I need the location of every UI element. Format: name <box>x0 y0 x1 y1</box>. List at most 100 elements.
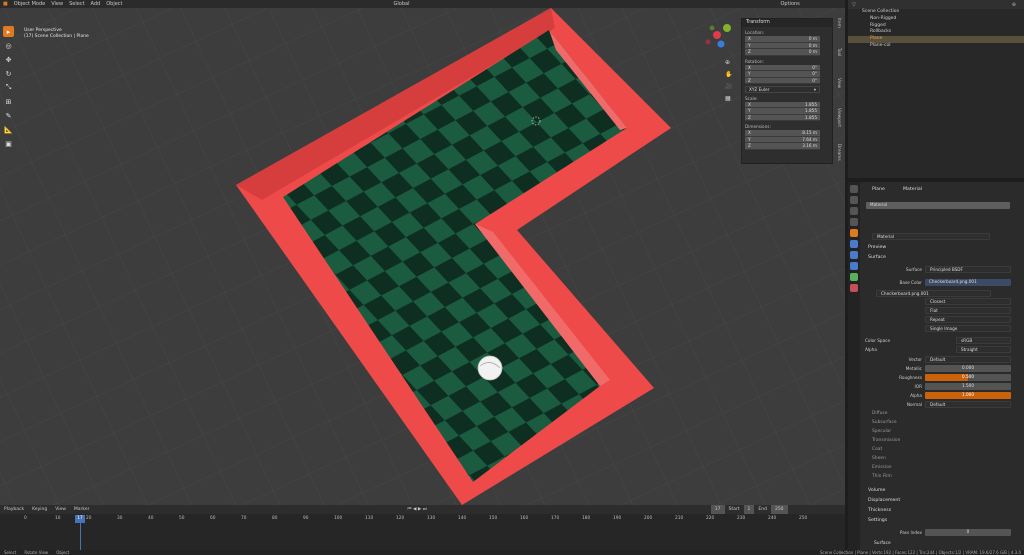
frame-tick: 210 <box>675 516 684 521</box>
transform-tool-icon[interactable]: ⊞ <box>3 96 14 107</box>
playhead[interactable]: 17 <box>75 515 85 523</box>
interpolation-dropdown[interactable]: Closest <box>925 298 1011 305</box>
svg-text:▦: ▦ <box>725 95 731 102</box>
transform-header[interactable]: Transform <box>742 19 832 27</box>
scale-z-field[interactable]: Z 1.855 <box>745 114 820 121</box>
outliner-scene-collection[interactable]: Scene Collection <box>848 9 1024 16</box>
svg-text:✋: ✋ <box>725 70 732 78</box>
alpha-slider[interactable]: 1.000 <box>925 392 1011 399</box>
material-datablock[interactable]: Material <box>872 233 990 240</box>
surface-shader-dropdown[interactable]: Principled BSDF <box>925 266 1011 273</box>
vector-field[interactable]: Default <box>925 356 1011 363</box>
options-button[interactable]: Options <box>777 0 802 8</box>
normal-field[interactable]: Default <box>925 401 1011 408</box>
ior-field[interactable]: 1.500 <box>925 383 1011 390</box>
dimensions-z-field[interactable]: Z 3.16 m <box>745 143 820 150</box>
end-field[interactable]: 250 <box>770 505 788 514</box>
color-space-dropdown[interactable]: sRGB <box>956 337 1011 344</box>
settings-panel[interactable]: Settings <box>868 518 887 523</box>
playback-controls[interactable]: ⏮ ◀ ▶ ⏭ <box>403 505 430 514</box>
base-color-field[interactable]: Checkerboard.png.001 <box>925 279 1011 286</box>
scene-tab-icon[interactable] <box>850 218 858 226</box>
menu-select[interactable]: Select <box>66 0 87 8</box>
tool-tab-icon[interactable] <box>850 185 858 193</box>
displacement-panel[interactable]: Displacement <box>868 498 900 503</box>
dimensions-label: Dimensions: <box>745 124 771 129</box>
material-tab-icon[interactable] <box>850 284 858 292</box>
subpanel-specular[interactable]: Specular <box>872 429 891 434</box>
normal-label: Normal <box>906 402 922 407</box>
3d-viewport[interactable]: ⊕ ✋ 🎥 ▦ ▸ ◎ ✥ ↻ ⤡ ⊞ ✎ 📐 ▣ User Perspecti… <box>0 8 845 505</box>
volume-panel[interactable]: Volume <box>868 488 885 493</box>
mode-dropdown[interactable]: Object Mode <box>11 0 49 8</box>
extension-dropdown[interactable]: Repeat <box>925 316 1011 323</box>
modifier-tab-icon[interactable] <box>850 240 858 248</box>
orientation-dropdown[interactable]: Global <box>391 0 413 8</box>
outliner-item-plane[interactable]: Plane <box>848 36 1024 43</box>
rotation-z-field[interactable]: Z 0° <box>745 77 820 84</box>
timeline-menu-playback[interactable]: Playback <box>0 505 28 514</box>
data-tab-icon[interactable] <box>850 273 858 281</box>
cursor-tool-icon[interactable]: ◎ <box>3 40 14 51</box>
subpanel-emission[interactable]: Emission <box>872 465 892 470</box>
pass-index-field[interactable]: 0 <box>925 529 1011 536</box>
subpanel-thin-film[interactable]: Thin Film <box>872 474 892 479</box>
object-tab-icon[interactable] <box>850 229 858 237</box>
select-tool-icon[interactable]: ▸ <box>3 26 14 37</box>
tab-tool[interactable]: Tool <box>836 48 841 72</box>
projection-dropdown[interactable]: Flat <box>925 307 1011 314</box>
surface-panel[interactable]: Surface <box>868 255 886 260</box>
add-cube-tool-icon[interactable]: ▣ <box>3 138 14 149</box>
particles-tab-icon[interactable] <box>850 251 858 259</box>
start-field[interactable]: 1 <box>743 505 755 514</box>
playhead-line <box>80 523 81 550</box>
subpanel-coat[interactable]: Coat <box>872 447 882 452</box>
location-z-field[interactable]: Z0 m <box>745 49 820 56</box>
image-datablock[interactable]: Checkerboard.png.001 <box>876 290 991 297</box>
current-frame-field[interactable]: 17 <box>710 505 725 514</box>
alpha-mode-label: Alpha <box>865 347 877 352</box>
physics-tab-icon[interactable] <box>850 262 858 270</box>
filter-icon[interactable]: ▽ <box>852 2 856 8</box>
subpanel-sheen[interactable]: Sheen <box>872 456 886 461</box>
measure-tool-icon[interactable]: 📐 <box>3 124 14 135</box>
preview-panel[interactable]: Preview <box>868 245 886 250</box>
scale-tool-icon[interactable]: ⤡ <box>3 82 14 93</box>
outliner-item-non-rigged[interactable]: Non-Rigged <box>848 16 1024 23</box>
render-tab-icon[interactable] <box>850 196 858 204</box>
status-rotate-view: Rotate View <box>24 550 49 555</box>
material-slot[interactable]: Material <box>866 202 1010 209</box>
alpha-mode-dropdown[interactable]: Straight <box>956 346 1011 353</box>
source-dropdown[interactable]: Single Image <box>925 325 1011 332</box>
output-tab-icon[interactable] <box>850 207 858 215</box>
settings-surface-subpanel[interactable]: Surface <box>874 541 891 546</box>
menu-view[interactable]: View <box>48 0 66 8</box>
frame-tick: 250 <box>799 516 808 521</box>
timeline-menu-view[interactable]: View <box>51 505 70 514</box>
tab-viewport[interactable]: Viewport <box>836 108 841 138</box>
frame-ruler[interactable]: 0 10 1720 30 40 50 60 70 80 90 100 110 120 130 140 150 1… <box>0 516 845 524</box>
metallic-slider[interactable]: 0.000 <box>925 365 1011 372</box>
outliner-item-plane-col[interactable]: Plane-col <box>848 43 1024 50</box>
timeline-menu-keying[interactable]: Keying <box>28 505 51 514</box>
subpanel-transmission[interactable]: Transmission <box>872 438 900 443</box>
tab-dreams[interactable]: Dreams <box>836 144 841 168</box>
timeline-menu-marker[interactable]: Marker <box>70 505 94 514</box>
status-stats: Scene Collection | Plane | Verts:192 | F… <box>819 550 1021 555</box>
subpanel-diffuse[interactable]: Diffuse <box>872 411 887 416</box>
tab-view[interactable]: View <box>836 78 841 102</box>
annotate-tool-icon[interactable]: ✎ <box>3 110 14 121</box>
tab-item[interactable]: Item <box>836 18 841 42</box>
rotation-mode-dropdown[interactable]: XYZ Euler ▾ <box>745 86 820 93</box>
move-tool-icon[interactable]: ✥ <box>3 54 14 65</box>
menu-add[interactable]: Add <box>88 0 104 8</box>
subpanel-subsurface[interactable]: Subsurface <box>872 420 897 425</box>
golf-ball[interactable] <box>477 355 503 381</box>
roughness-slider[interactable]: 0.500 <box>925 374 1011 381</box>
rotate-tool-icon[interactable]: ↻ <box>3 68 14 79</box>
frame-tick: 20 <box>86 516 92 521</box>
new-collection-icon[interactable]: ⊕ <box>1012 2 1016 8</box>
menu-object[interactable]: Object <box>103 0 125 8</box>
thickness-panel[interactable]: Thickness <box>868 508 891 513</box>
editor-type-icon[interactable]: ■ <box>0 0 11 8</box>
